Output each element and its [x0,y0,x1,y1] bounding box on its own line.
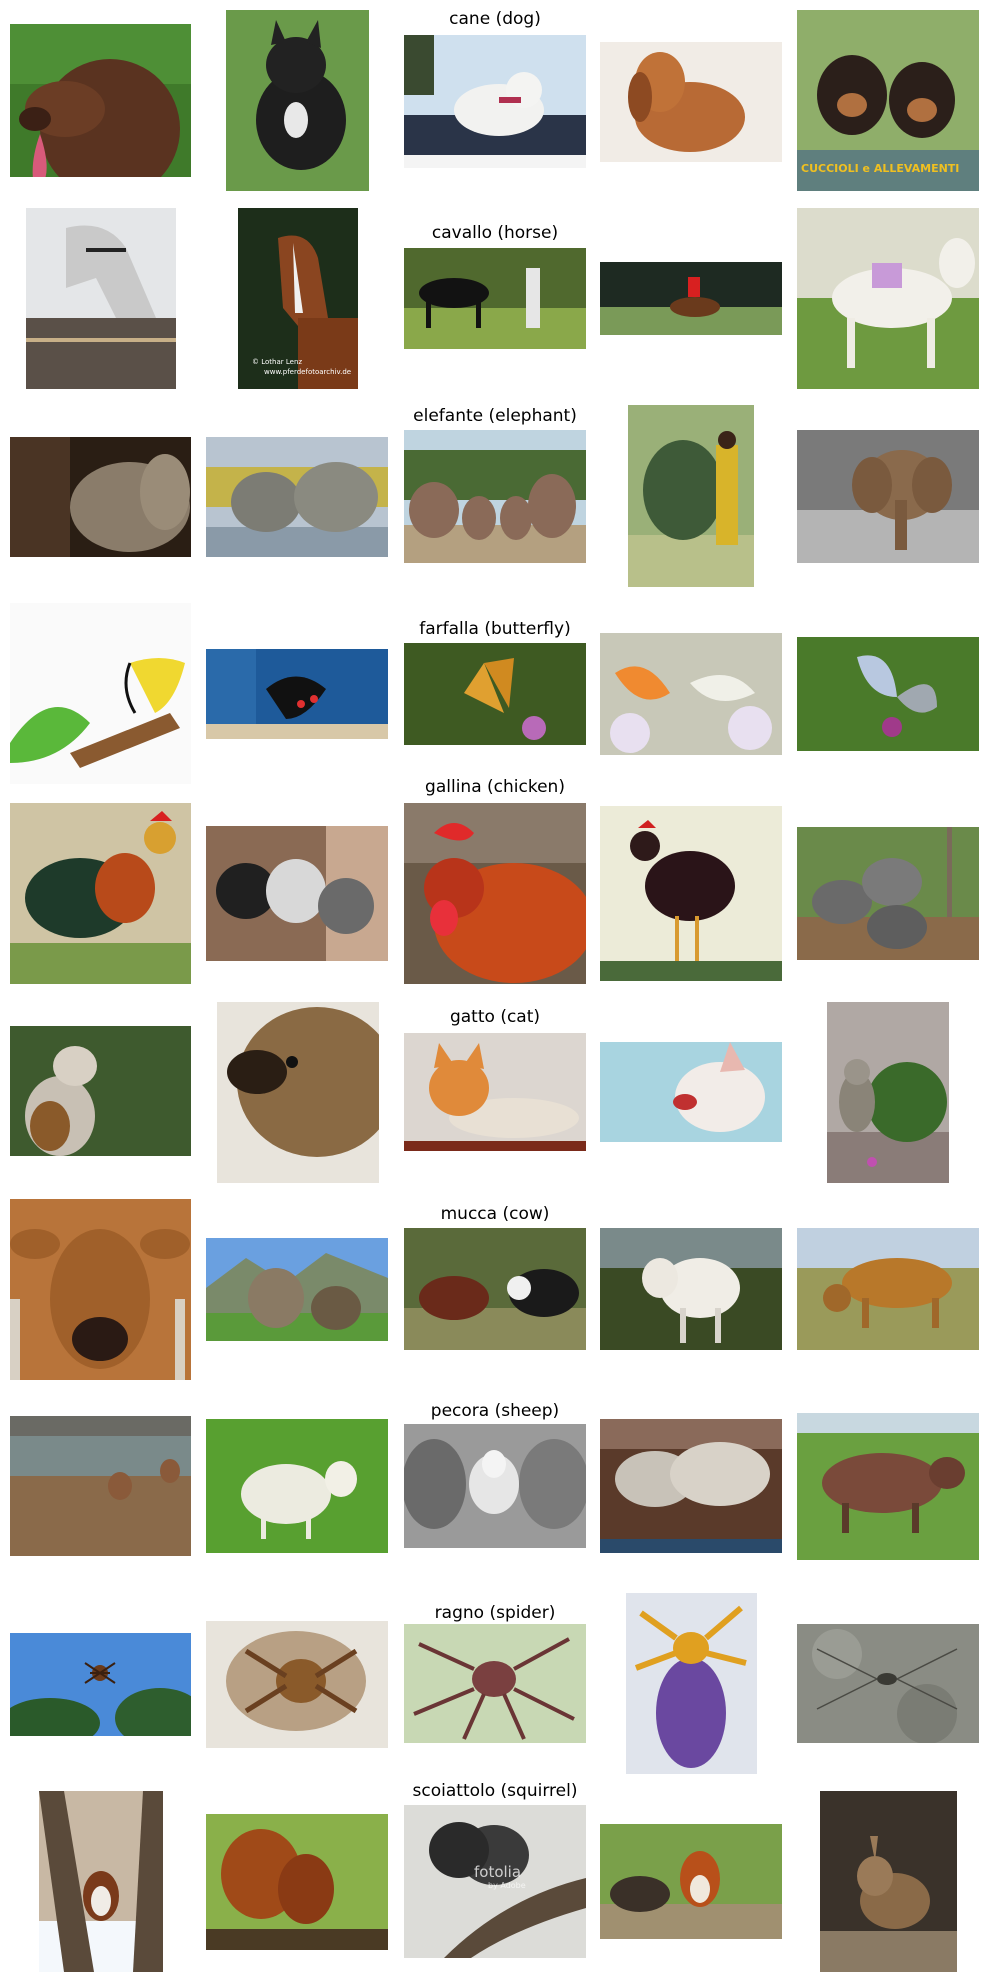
chicken-photo-1 [10,803,191,984]
chicken-photo-2 [206,826,388,961]
row-title-squirrel: scoiattolo (squirrel) [412,1781,578,1801]
cow-photo-1 [10,1199,191,1380]
cat-photo-2 [217,1002,379,1183]
butterfly-photo-2 [206,649,388,739]
row-title-cat: gatto (cat) [449,1007,541,1027]
butterfly-photo-4 [600,633,782,755]
row-title-spider: ragno (spider) [434,1603,556,1623]
fotolia-by-watermark: by Adobe [488,1881,526,1890]
row-title-horse: cavallo (horse) [431,223,559,243]
elephant-photo-2 [206,437,388,557]
row-title-chicken: gallina (chicken) [425,777,565,797]
squirrel-photo-4 [600,1824,782,1939]
spider-photo-3 [404,1624,586,1743]
squirrel-photo-2 [206,1814,388,1950]
sheep-photo-1 [10,1416,191,1556]
chicken-photo-4 [600,806,782,981]
row-title-elephant: elefante (elephant) [413,406,577,426]
spider-photo-1 [10,1633,191,1736]
butterfly-photo-1 [10,603,191,784]
chicken-photo-3 [404,803,586,984]
squirrel-photo-3: fotolia by Adobe [404,1805,586,1958]
squirrel-photo-1 [39,1791,163,1972]
spider-photo-4 [626,1593,757,1774]
dog-photo-4 [600,42,782,162]
horse-photo-4 [600,262,782,335]
squirrel-photo-5 [820,1791,957,1972]
dog-photo-2 [226,10,369,191]
cow-photo-4 [600,1228,782,1350]
cat-photo-3 [404,1033,586,1151]
sheep-photo-3 [404,1424,586,1548]
elephant-photo-3 [404,430,586,563]
row-title-butterfly: farfalla (butterfly) [419,619,571,639]
horse-photo-5 [797,208,979,389]
cat-photo-4 [600,1042,782,1142]
dog-photo-1 [10,24,191,177]
lothar-copyright: © Lothar Lenz [252,358,303,366]
lothar-website: www.pferdefotoarchiv.de [264,368,352,376]
fotolia-watermark: fotolia [474,1863,522,1881]
cow-photo-3 [404,1228,586,1350]
row-title-cow: mucca (cow) [440,1204,550,1224]
cow-photo-5 [797,1228,979,1350]
elephant-photo-5 [797,430,979,563]
spider-photo-2 [206,1621,388,1748]
horse-photo-1 [26,208,176,389]
sheep-photo-4 [600,1419,782,1553]
dog-photo-3 [404,35,586,168]
elephant-photo-1 [10,437,191,557]
cow-photo-2 [206,1238,388,1341]
horse-photo-2: © Lothar Lenz www.pferdefotoarchiv.de [238,208,358,389]
row-title-sheep: pecora (sheep) [430,1401,560,1421]
cat-photo-5 [827,1002,949,1183]
sheep-photo-2 [206,1419,388,1553]
elephant-photo-4 [628,405,754,587]
sheep-photo-5 [797,1413,979,1560]
butterfly-photo-3 [404,643,586,745]
dog-photo-5: CUCCIOLI e ALLEVAMENTI [797,10,979,191]
chicken-photo-5 [797,827,979,960]
cat-photo-1 [10,1026,191,1156]
cuccioli-watermark: CUCCIOLI e ALLEVAMENTI [801,162,960,175]
horse-photo-3 [404,248,586,349]
spider-photo-5 [797,1624,979,1743]
butterfly-photo-5 [797,637,979,751]
row-title-dog: cane (dog) [449,9,541,29]
